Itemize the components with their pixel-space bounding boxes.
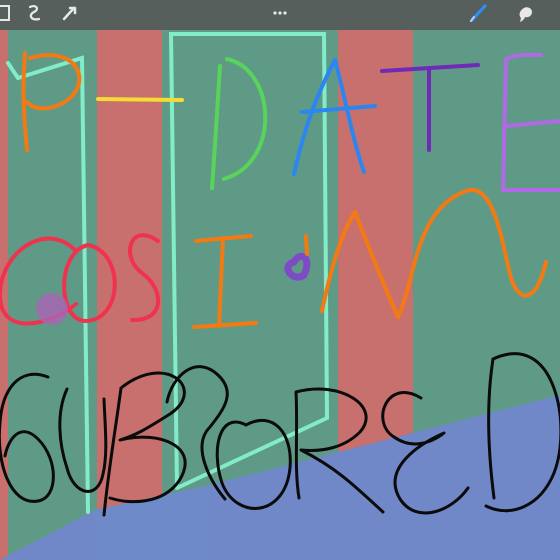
more-icon bbox=[269, 2, 291, 28]
selection-button[interactable] bbox=[23, 4, 45, 26]
gallery-button[interactable] bbox=[0, 4, 12, 26]
gallery-icon bbox=[0, 2, 12, 28]
brush-icon bbox=[467, 2, 489, 28]
drawing-canvas[interactable] bbox=[0, 0, 560, 560]
smudge-icon bbox=[514, 2, 536, 28]
top-toolbar bbox=[0, 0, 560, 30]
drawing-app-screen bbox=[0, 0, 560, 560]
selection-icon bbox=[23, 2, 45, 28]
transform-button[interactable] bbox=[58, 4, 80, 26]
yellow-dash bbox=[96, 97, 184, 102]
purple-dot-left bbox=[36, 293, 68, 325]
brush-tool-button[interactable] bbox=[467, 4, 489, 26]
more-options-button[interactable] bbox=[269, 4, 291, 26]
transform-icon bbox=[58, 2, 80, 28]
orange-apostrophe bbox=[304, 234, 309, 256]
smudge-tool-button[interactable] bbox=[514, 4, 536, 26]
